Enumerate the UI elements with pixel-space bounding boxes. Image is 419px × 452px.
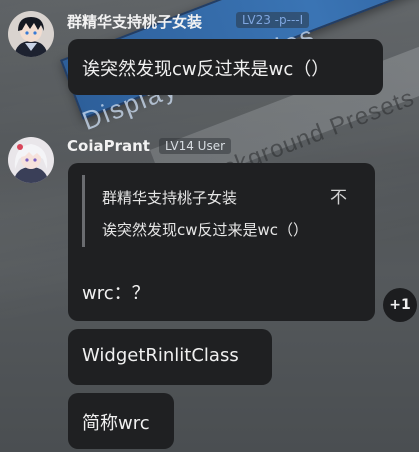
avatar[interactable] — [8, 137, 54, 183]
avatar-white-hair-girl-icon — [8, 137, 54, 183]
sender-name[interactable]: 群精华支持桃子女装 — [67, 11, 202, 32]
avatar-dark-hair-boy-icon — [8, 11, 54, 57]
message-bubble[interactable]: WidgetRinlitClass — [68, 329, 272, 385]
reaction-plus-one[interactable]: +1 — [383, 288, 417, 322]
message-text: WidgetRinlitClass — [82, 345, 239, 366]
quote-author: 群精华支持桃子女装 — [102, 189, 238, 207]
message-bubble[interactable]: 群精华支持桃子女装 不 诶突然发现cw反过来是wc（） wrc：？ — [68, 163, 375, 321]
quote-text: 诶突然发现cw反过来是wc（） — [102, 221, 309, 239]
message-text: 简称wrc — [82, 413, 150, 434]
reaction-label: +1 — [389, 297, 411, 313]
message-bubble[interactable]: 诶突然发现cw反过来是wc（） — [68, 39, 383, 95]
jump-to-quote-icon[interactable]: 不 — [330, 183, 347, 208]
level-badge: LV23 -p---I — [236, 12, 310, 28]
message-bubble[interactable]: 简称wrc — [68, 393, 174, 449]
level-badge: LV14 User — [159, 138, 232, 154]
avatar[interactable] — [8, 11, 54, 57]
sender-name[interactable]: CoiaPrant — [67, 137, 150, 155]
quoted-message[interactable]: 群精华支持桃子女装 不 诶突然发现cw反过来是wc（） — [82, 175, 361, 247]
message-text: wrc：？ — [82, 283, 150, 304]
message-text: 诶突然发现cw反过来是wc（） — [82, 59, 330, 80]
